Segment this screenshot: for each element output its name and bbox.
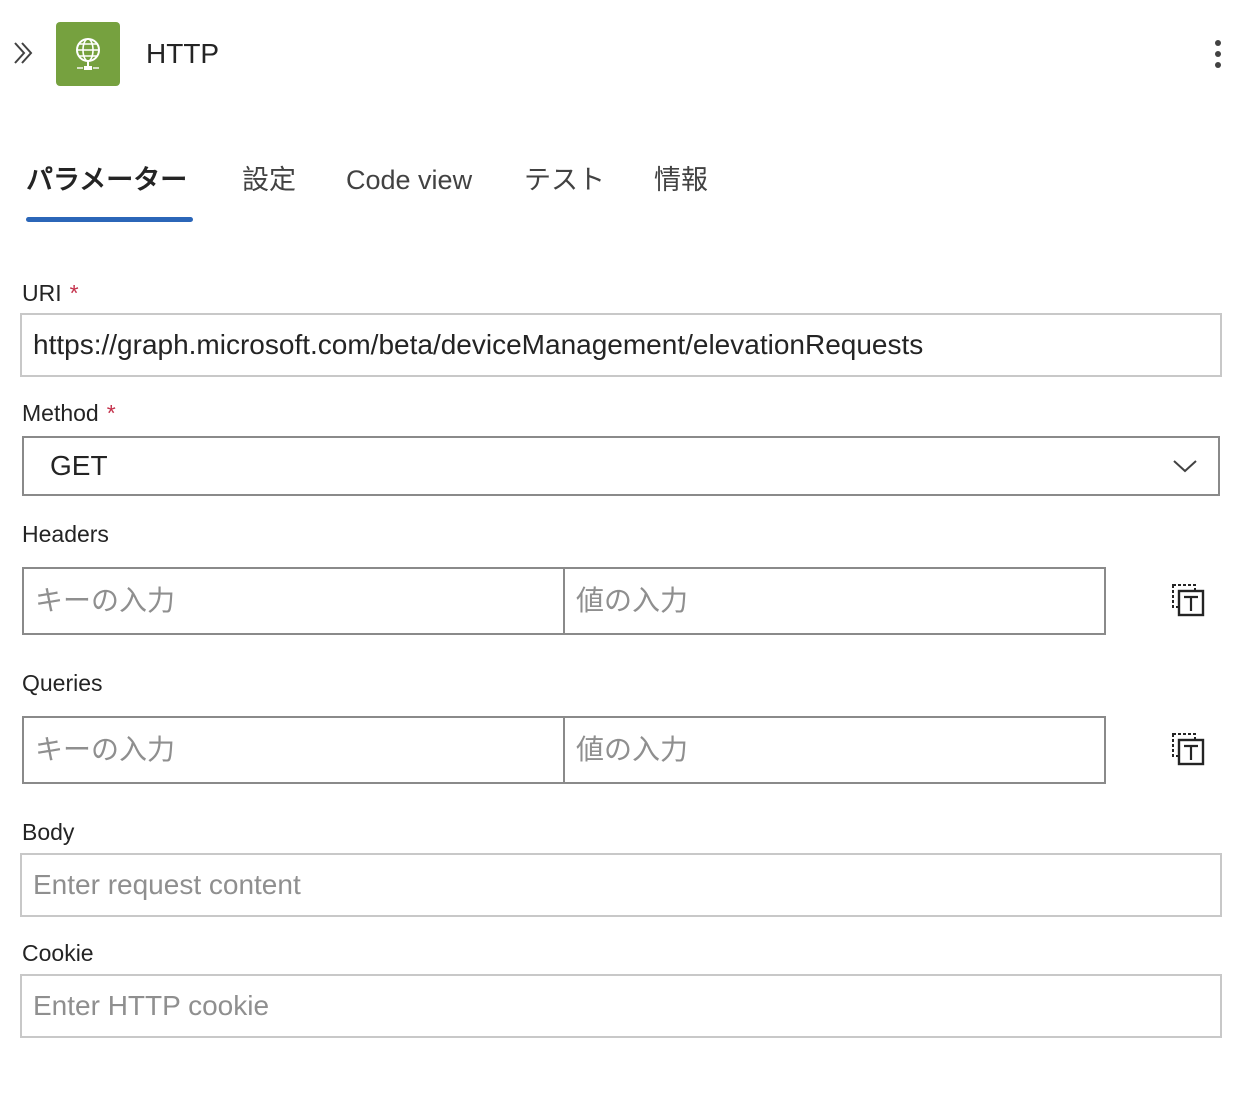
tab-settings[interactable]: 設定: [242, 156, 296, 204]
uri-label: URI *: [22, 278, 79, 308]
globe-icon: [76, 38, 100, 70]
method-value: GET: [50, 450, 108, 481]
headers-key-placeholder: キーの入力: [35, 585, 176, 616]
body-input[interactable]: Enter request content: [20, 853, 1222, 917]
headers-label: Headers: [22, 521, 109, 547]
uri-value: https://graph.microsoft.com/beta/deviceM…: [33, 329, 924, 360]
more-dot: [1215, 51, 1221, 57]
headers-value-placeholder: 値の入力: [576, 585, 689, 616]
queries-key-placeholder: キーの入力: [35, 734, 176, 765]
http-action-panel: HTTP パラメーター 設定 Code view テスト 情報 URI * htt…: [0, 0, 1244, 1096]
headers-value-input[interactable]: 値の入力: [563, 567, 1106, 635]
queries-key-input[interactable]: キーの入力: [22, 716, 565, 784]
body-label: Body: [22, 819, 75, 845]
uri-input[interactable]: https://graph.microsoft.com/beta/deviceM…: [20, 313, 1222, 377]
more-vertical-icon: [1215, 40, 1221, 46]
tab-parameters[interactable]: パラメーター: [26, 156, 187, 204]
app-icon: [56, 22, 120, 86]
queries-value-placeholder: 値の入力: [576, 734, 689, 765]
required-marker: *: [106, 400, 116, 426]
more-dot: [1215, 62, 1221, 68]
tab-bar: パラメーター 設定 Code view テスト 情報: [0, 156, 1244, 228]
queries-value-input[interactable]: 値の入力: [563, 716, 1106, 784]
headers-key-input[interactable]: キーの入力: [22, 567, 565, 635]
switch-to-text-mode-icon[interactable]: [1170, 582, 1206, 618]
more-options-button[interactable]: [1204, 36, 1232, 72]
cookie-label: Cookie: [22, 940, 94, 966]
required-marker: *: [69, 280, 79, 306]
collapse-panel-button[interactable]: [8, 38, 38, 68]
tab-code-view[interactable]: Code view: [346, 156, 472, 204]
uri-label-text: URI: [22, 280, 62, 306]
action-title: HTTP: [146, 38, 220, 69]
tab-about[interactable]: 情報: [654, 156, 708, 204]
queries-label: Queries: [22, 670, 103, 696]
active-tab-indicator: [26, 217, 193, 222]
method-dropdown[interactable]: GET: [22, 436, 1220, 496]
double-chevron-right-icon: [14, 42, 33, 64]
cookie-placeholder: Enter HTTP cookie: [33, 990, 270, 1021]
body-placeholder: Enter request content: [33, 869, 301, 900]
chevron-down-icon: [1173, 460, 1197, 473]
method-label-text: Method: [22, 400, 99, 426]
cookie-input[interactable]: Enter HTTP cookie: [20, 974, 1222, 1038]
method-label: Method *: [22, 398, 116, 428]
switch-to-text-mode-icon[interactable]: [1170, 731, 1206, 767]
tab-test[interactable]: テスト: [524, 156, 605, 204]
